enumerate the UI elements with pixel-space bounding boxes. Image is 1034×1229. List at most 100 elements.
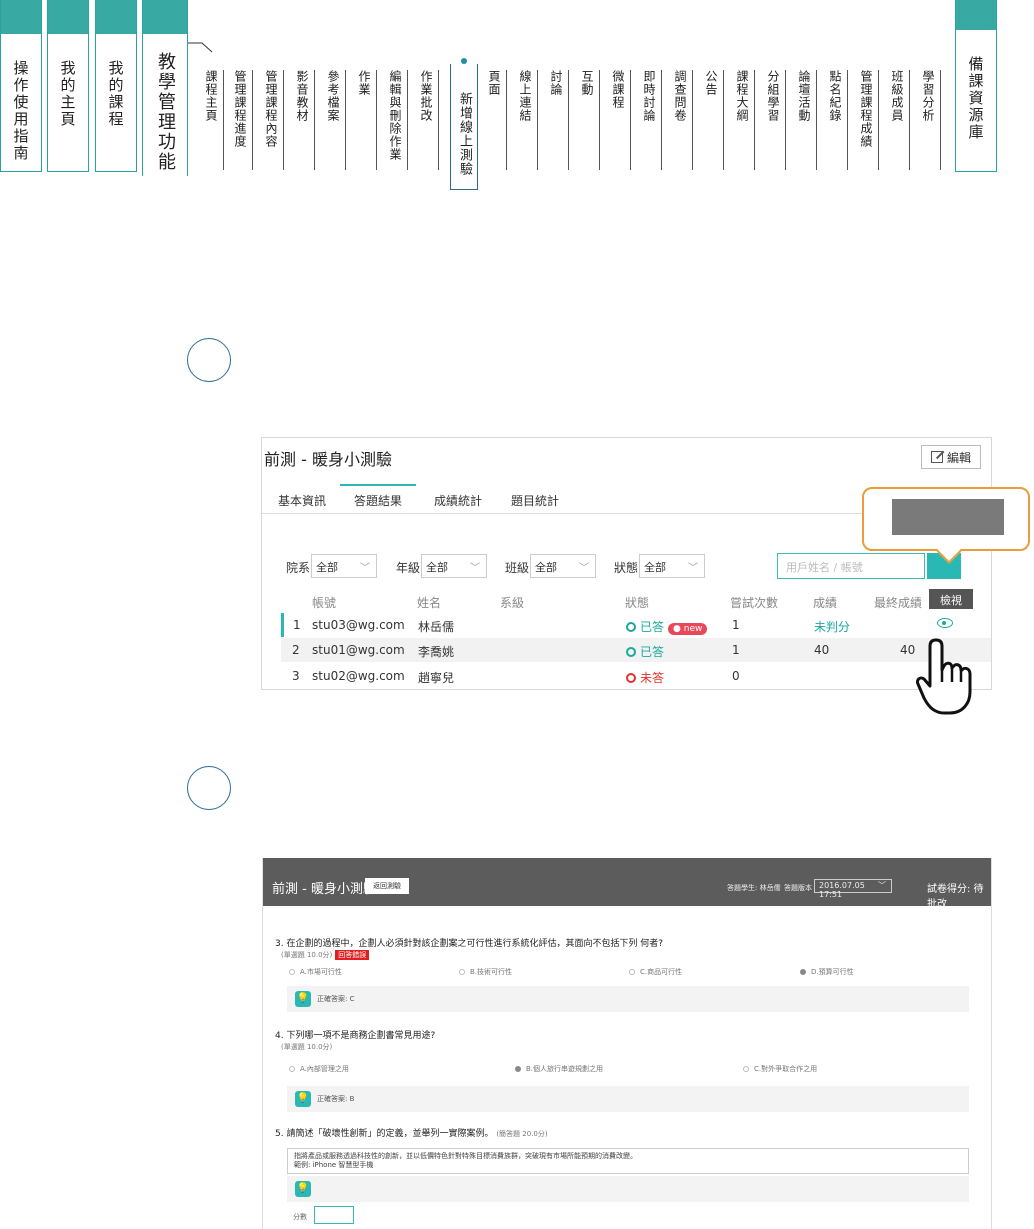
tab-basic-info[interactable]: 基本資訊 <box>278 492 326 509</box>
status-ring-icon <box>626 622 636 632</box>
option-radio[interactable]: D.預算可行性 <box>800 967 854 977</box>
chevron-down-icon: ﹀ <box>360 563 370 574</box>
eye-icon[interactable] <box>937 618 953 628</box>
callout-bubble <box>862 487 1030 564</box>
status-text: 已答 <box>640 620 665 634</box>
status-label: 狀態 <box>614 561 639 575</box>
row-score: 未判分 <box>814 620 851 634</box>
chevron-down-icon: ﹀ <box>878 881 886 890</box>
question-3: 3. 在企劃的過程中，企劃人必須針對該企劃案之可行性進行系統化評估，其面向不包括… <box>275 939 664 949</box>
function-tab[interactable]: 即時討論 <box>642 70 662 170</box>
dept-value: 全部 <box>316 561 338 574</box>
option-label: A.市場可行性 <box>300 968 342 976</box>
grade-label: 年級 <box>396 561 421 575</box>
essay-line-1: 指將產品或服務透過科技性的創新，並以低價特色針對特殊目標消費族群，突破現有市場所… <box>294 1152 637 1160</box>
score-input[interactable] <box>314 1206 354 1224</box>
class-select[interactable]: 全部 ﹀ <box>530 554 596 578</box>
option-radio[interactable]: A.市場可行性 <box>289 967 342 977</box>
exam-detail-panel: 前測 - 暖身小測驗 返回測驗 答題學生: 林岳儒 答題版本 2016.07.0… <box>262 858 992 1229</box>
grade-select[interactable]: 全部 ﹀ <box>421 554 487 578</box>
filter-bar: 院系 全部 ﹀ 年級 全部 ﹀ 班級 全部 ﹀ 狀態 全部 ﹀ 用戶姓名 / 帳號 <box>284 549 991 591</box>
function-tab-label: 作業 <box>357 70 371 96</box>
chevron-down-icon: ﹀ <box>579 563 589 574</box>
row-account: stu01@wg.com <box>312 643 405 657</box>
tab-my-home[interactable]: 我的主頁 <box>47 0 89 172</box>
tab-score-stats[interactable]: 成績統計 <box>434 492 482 509</box>
function-tab[interactable]: 分組學習 <box>766 70 786 170</box>
answer-box: 💡 正確答案: B <box>287 1086 969 1112</box>
table-row[interactable]: 2 stu01@wg.com 李喬姚 已答 1 40 40 <box>281 638 991 662</box>
tab-label: 我的課程 <box>106 60 125 128</box>
col-account: 帳號 <box>312 596 337 610</box>
tab-question-stats[interactable]: 題目統計 <box>511 492 559 509</box>
function-tab[interactable]: 頁面 <box>487 70 507 170</box>
row-no: 3 <box>292 669 300 683</box>
function-tab[interactable]: 影音教材 <box>295 70 315 170</box>
function-tab[interactable]: 管理課程成績 <box>859 70 879 170</box>
function-tab-label: 頁面 <box>487 70 501 96</box>
function-tab[interactable]: 論壇活動 <box>797 70 817 170</box>
option-radio[interactable]: B.個人旅行串遊規劃之用 <box>515 1064 603 1074</box>
tab-answer-results[interactable]: 答題結果 <box>340 484 417 515</box>
option-radio[interactable]: C.商品可行性 <box>629 967 682 977</box>
function-tab[interactable]: 微課程 <box>611 70 631 170</box>
function-tab[interactable]: 管理課程進度 <box>233 70 253 170</box>
function-tab[interactable]: 管理課程內容 <box>264 70 284 170</box>
tab-teaching[interactable]: 教學管理功能 <box>142 0 188 176</box>
function-tab-label: 即時討論 <box>642 70 656 122</box>
question-3-meta: (單選題 10.0分) 回答錯誤 <box>281 950 370 960</box>
function-tab[interactable]: 學習分析 <box>921 70 941 170</box>
function-tab[interactable]: 調查問卷 <box>673 70 693 170</box>
class-value: 全部 <box>535 561 557 574</box>
function-tab[interactable]: 課程大綱 <box>735 70 755 170</box>
status-answered: 已答 <box>626 643 664 660</box>
radio-selected-icon <box>515 1066 521 1072</box>
option-radio[interactable]: C.對外爭取合作之用 <box>743 1064 817 1074</box>
edit-button[interactable]: 編輯 <box>921 445 981 469</box>
function-tab-label: 班級成員 <box>890 70 904 122</box>
function-tab-label: 公告 <box>704 70 718 96</box>
dept-select[interactable]: 全部 ﹀ <box>311 554 377 578</box>
tab-cap <box>96 0 136 34</box>
tab-my-courses[interactable]: 我的課程 <box>95 0 137 172</box>
option-label: C.商品可行性 <box>640 968 683 976</box>
essay-answer[interactable]: 指將產品或服務透過科技性的創新，並以低價特色針對特殊目標消費族群，突破現有市場所… <box>287 1148 969 1174</box>
function-tab[interactable]: 參考檔案 <box>326 70 346 170</box>
function-tab[interactable]: 互動 <box>580 70 600 170</box>
exam-header: 前測 - 暖身小測驗 返回測驗 答題學生: 林岳儒 答題版本 2016.07.0… <box>263 858 991 910</box>
function-tab[interactable]: 公告 <box>704 70 724 170</box>
option-label: B.個人旅行串遊規劃之用 <box>526 1065 604 1073</box>
table-row[interactable]: 3 stu02@wg.com 趙寧兒 未答 0 <box>281 664 991 688</box>
function-tab[interactable]: 編輯與刪除作業 <box>388 70 408 170</box>
connector-line <box>188 42 213 53</box>
function-tab[interactable]: 作業批改 <box>419 70 439 170</box>
status-select[interactable]: 全部 ﹀ <box>639 554 705 578</box>
function-tab[interactable]: 線上連結 <box>518 70 538 170</box>
function-tab[interactable]: 課程主頁 <box>204 70 224 170</box>
function-tab-label: 互動 <box>580 70 594 96</box>
score-input-label: 分數 <box>293 1213 307 1221</box>
table-row[interactable]: 1 stu03@wg.com 林岳儒 已答 ● new 1 未判分 <box>281 613 991 637</box>
tab-guide[interactable]: 操作使用指南 <box>0 0 42 172</box>
edit-icon <box>930 451 943 463</box>
function-tab[interactable]: 點名紀錄 <box>828 70 848 170</box>
lightbulb-icon: 💡 <box>295 1181 311 1197</box>
function-tab-label: 討論 <box>549 70 563 96</box>
function-tab-label: 課程大綱 <box>735 70 749 122</box>
version-select[interactable]: 2016.07.05 17:51 ﹀ <box>814 879 892 899</box>
function-tab[interactable]: 作業 <box>357 70 377 170</box>
function-tab[interactable]: 新增線上測驗 <box>450 58 478 190</box>
radio-icon <box>289 1066 295 1072</box>
exam-score: 試卷得分: 待批改 <box>927 884 984 910</box>
function-tab[interactable]: 討論 <box>549 70 569 170</box>
row-final: 40 <box>900 643 916 657</box>
search-input[interactable]: 用戶姓名 / 帳號 <box>777 553 925 579</box>
function-tab-label: 影音教材 <box>295 70 309 122</box>
tab-resources[interactable]: 備課資源庫 <box>955 0 997 172</box>
answer-box: 💡 <box>287 1176 969 1202</box>
back-button[interactable]: 返回測驗 <box>365 878 409 894</box>
step-1-marker <box>187 338 231 382</box>
option-radio[interactable]: A.內部管理之用 <box>289 1064 349 1074</box>
function-tab[interactable]: 班級成員 <box>890 70 910 170</box>
option-radio[interactable]: B.技術可行性 <box>459 967 512 977</box>
